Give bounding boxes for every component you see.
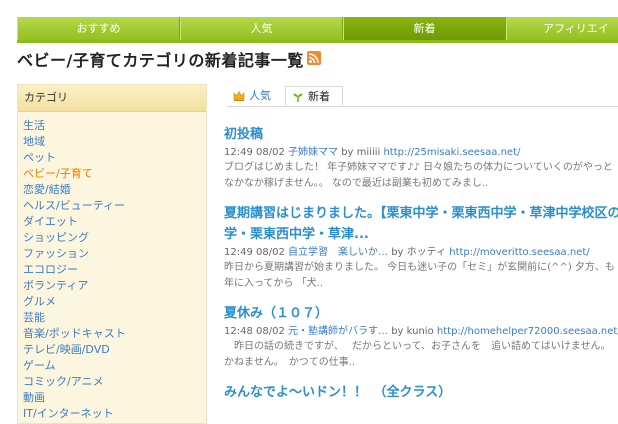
article-title-continued[interactable]: 学・栗東西中学・草津... — [224, 225, 618, 244]
article-category[interactable]: 子姉妹ママ — [288, 147, 338, 158]
tab-affiliate[interactable]: アフィリエイ — [506, 17, 618, 40]
article-excerpt: ブログはじめました！ 年子姉妹ママです♪♪ 日々娘たちの体力についていくのがやっ… — [224, 162, 613, 173]
subtab-popular[interactable]: 人気 — [227, 86, 285, 106]
sidebar-item-volunteer[interactable]: ボランティア — [23, 278, 206, 294]
sidebar-item-region[interactable]: 地域 — [23, 134, 206, 150]
list-item: 夏期講習はじまりました。【栗東中学・栗東西中学・草津中学校区のお 学・栗東西中学… — [224, 204, 618, 292]
article-excerpt: かねません。 かつての仕事.. — [224, 357, 356, 368]
sidebar-heading: カテゴリ — [18, 85, 206, 112]
subtab-popular-label: 人気 — [249, 89, 271, 102]
sidebar-item-music[interactable]: 音楽/ポッドキャスト — [23, 326, 206, 342]
article-meta: 12:48 08/02 元・塾講師がバラす… by kunio http://h… — [224, 325, 618, 339]
sidebar-item-it[interactable]: IT/インターネット — [23, 406, 206, 422]
sidebar-item-entertainment[interactable]: 芸能 — [23, 310, 206, 326]
article-author: by miiiii — [341, 147, 381, 158]
sidebar-item-fashion[interactable]: ファッション — [23, 246, 206, 262]
sidebar-item-video[interactable]: 動画 — [23, 390, 206, 406]
sprout-icon — [293, 93, 303, 102]
sidebar-item-ecology[interactable]: エコロジー — [23, 262, 206, 278]
article-time: 12:49 08/02 — [224, 147, 285, 158]
rss-icon[interactable] — [307, 51, 321, 65]
article-category[interactable]: 元・塾講師がバラす… — [288, 326, 388, 337]
article-excerpt: なかなか稼げません。。 なので最近は副業も初めてみまし.. — [224, 178, 489, 189]
article-excerpt: 昨日の話の続きですが、 だからといって、お子さんを 追い詰めてはいけません。 — [224, 341, 611, 352]
article-title[interactable]: 初投稿 — [224, 125, 618, 144]
sidebar-item-diet[interactable]: ダイエット — [23, 214, 206, 230]
sidebar-item-pet[interactable]: ペット — [23, 150, 206, 166]
sidebar-item-game[interactable]: ゲーム — [23, 358, 206, 374]
article-meta: 12:49 08/02 自立学習 楽しいか… by ホッティ http://mo… — [224, 246, 618, 260]
article-title[interactable]: みんなでよ〜いドン！！ （全クラス） — [224, 383, 618, 402]
sidebar-item-baby[interactable]: ベビー/子育て — [23, 166, 206, 182]
crown-icon — [233, 90, 245, 101]
article-author: by ホッティ — [391, 247, 447, 258]
sidebar-item-health[interactable]: ヘルス/ビューティー — [23, 198, 206, 214]
sidebar-item-life[interactable]: 生活 — [23, 118, 206, 134]
article-excerpt: 年に入ってから 「犬.. — [224, 278, 324, 289]
tab-recommended[interactable]: おすすめ — [17, 17, 180, 40]
sidebar-item-tv[interactable]: テレビ/映画/DVD — [23, 342, 206, 358]
article-url[interactable]: http://moveritto.seesaa.net/ — [449, 247, 589, 258]
article-time: 12:48 08/02 — [224, 326, 285, 337]
article-author: by kunio — [391, 326, 434, 337]
category-list: 生活 地域 ペット ベビー/子育て 恋愛/結婚 ヘルス/ビューティー ダイエット… — [18, 118, 206, 422]
article-url[interactable]: http://25misaki.seesaa.net/ — [383, 147, 520, 158]
subtab-new-label: 新着 — [308, 90, 330, 103]
article-list: 初投稿 12:49 08/02 子姉妹ママ by miiiii http://2… — [224, 125, 618, 414]
nav-underline — [17, 40, 618, 43]
article-excerpt: 昨日から夏期講習が始まりました。 今日も迷い子の「セミ」が玄関前に(^^) 夕方… — [224, 262, 615, 273]
tab-popular[interactable]: 人気 — [180, 17, 343, 40]
category-tabs: おすすめ 人気 新着 アフィリエイ — [17, 17, 618, 40]
article-title[interactable]: 夏期講習はじまりました。【栗東中学・栗東西中学・草津中学校区のお — [224, 204, 618, 223]
list-item: みんなでよ〜いドン！！ （全クラス） — [224, 383, 618, 402]
sidebar-item-comic[interactable]: コミック/アニメ — [23, 374, 206, 390]
sidebar-item-gourmet[interactable]: グルメ — [23, 294, 206, 310]
article-title[interactable]: 夏休み（１０７） — [224, 304, 618, 323]
list-item: 初投稿 12:49 08/02 子姉妹ママ by miiiii http://2… — [224, 125, 618, 192]
subtab-new[interactable]: 新着 — [285, 86, 343, 106]
page-title: ベビー/子育てカテゴリの新着記事一覧 — [17, 51, 304, 70]
list-item: 夏休み（１０７） 12:48 08/02 元・塾講師がバラす… by kunio… — [224, 304, 618, 371]
article-url[interactable]: http://homehelper72000.seesaa.net/ — [437, 326, 618, 337]
sidebar-item-love[interactable]: 恋愛/結婚 — [23, 182, 206, 198]
article-category[interactable]: 自立学習 楽しいか… — [288, 247, 388, 258]
tab-new[interactable]: 新着 — [343, 17, 506, 40]
top-navigation: おすすめ 人気 新着 アフィリエイ — [0, 0, 618, 48]
article-meta: 12:49 08/02 子姉妹ママ by miiiii http://25mis… — [224, 146, 618, 160]
article-time: 12:49 08/02 — [224, 247, 285, 258]
sidebar-item-shopping[interactable]: ショッピング — [23, 230, 206, 246]
article-subtabs: 人気 新着 — [227, 84, 618, 107]
category-sidebar: カテゴリ 生活 地域 ペット ベビー/子育て 恋愛/結婚 ヘルス/ビューティー … — [17, 84, 207, 424]
